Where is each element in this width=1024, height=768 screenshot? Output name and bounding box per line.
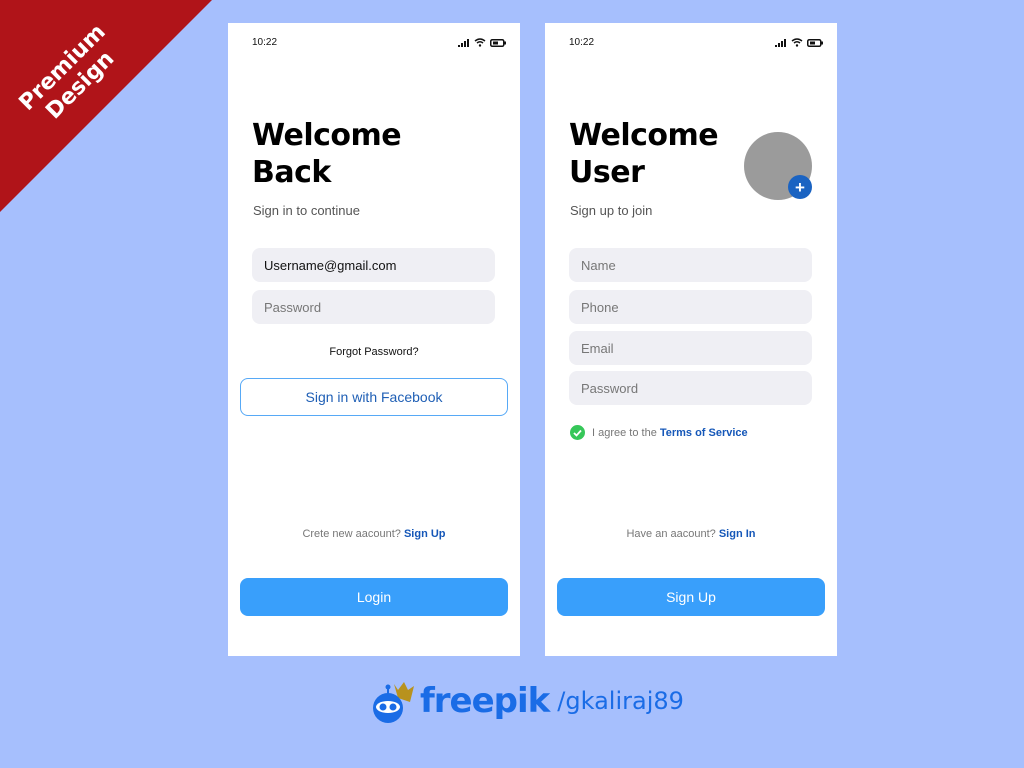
signin-link[interactable]: Sign In (719, 528, 756, 540)
password-field[interactable] (252, 290, 495, 324)
terms-agreement: I agree to the Terms of Service (570, 425, 748, 440)
battery-icon (807, 39, 823, 47)
freepik-mascot-icon (373, 682, 414, 723)
ribbon-text: Premium Design (1, 6, 142, 147)
page-title: Welcome User (569, 117, 719, 191)
forgot-password-link[interactable]: Forgot Password? (228, 346, 520, 358)
premium-ribbon: Premium Design (0, 0, 212, 212)
email-field[interactable] (569, 331, 812, 365)
signup-prompt-text: Crete new aacount? (302, 528, 401, 540)
username-field[interactable] (252, 248, 495, 282)
title-line1: Welcome (569, 118, 719, 153)
signup-prompt: Crete new aacount? Sign Up (228, 528, 520, 540)
name-field[interactable] (569, 248, 812, 282)
status-bar: 10:22 (252, 37, 506, 49)
checkbox-checked-icon[interactable] (570, 425, 585, 440)
facebook-signin-button[interactable]: Sign in with Facebook (240, 378, 508, 416)
wifi-icon (791, 38, 803, 47)
signup-screen: 10:22 Welcome User + Sign up to join I a… (545, 23, 837, 656)
login-button[interactable]: Login (240, 578, 508, 616)
signup-link[interactable]: Sign Up (404, 528, 446, 540)
title-line1: Welcome (252, 118, 402, 153)
status-time: 10:22 (569, 37, 595, 48)
signal-icon (458, 39, 469, 47)
title-line2: Back (252, 155, 331, 190)
terms-text: I agree to the (592, 426, 657, 439)
signin-prompt: Have an aacount? Sign In (545, 528, 837, 540)
signin-prompt-text: Have an aacount? (626, 528, 716, 540)
phone-field[interactable] (569, 290, 812, 324)
subtitle: Sign in to continue (253, 203, 360, 218)
signup-button[interactable]: Sign Up (557, 578, 825, 616)
status-time: 10:22 (252, 37, 278, 48)
subtitle: Sign up to join (570, 203, 653, 218)
terms-link[interactable]: Terms of Service (660, 427, 748, 439)
brand-name: freepik (420, 681, 550, 721)
login-screen: 10:22 Welcome Back Sign in to continue F… (228, 23, 520, 656)
password-field[interactable] (569, 371, 812, 405)
battery-icon (490, 39, 506, 47)
title-line2: User (569, 155, 645, 190)
brand-handle: /gkaliraj89 (557, 687, 684, 715)
page-title: Welcome Back (252, 117, 402, 191)
brand-watermark: freepik /gkaliraj89 (368, 676, 684, 726)
status-bar: 10:22 (569, 37, 823, 49)
add-photo-icon[interactable]: + (788, 175, 812, 199)
signal-icon (775, 39, 786, 47)
wifi-icon (474, 38, 486, 47)
